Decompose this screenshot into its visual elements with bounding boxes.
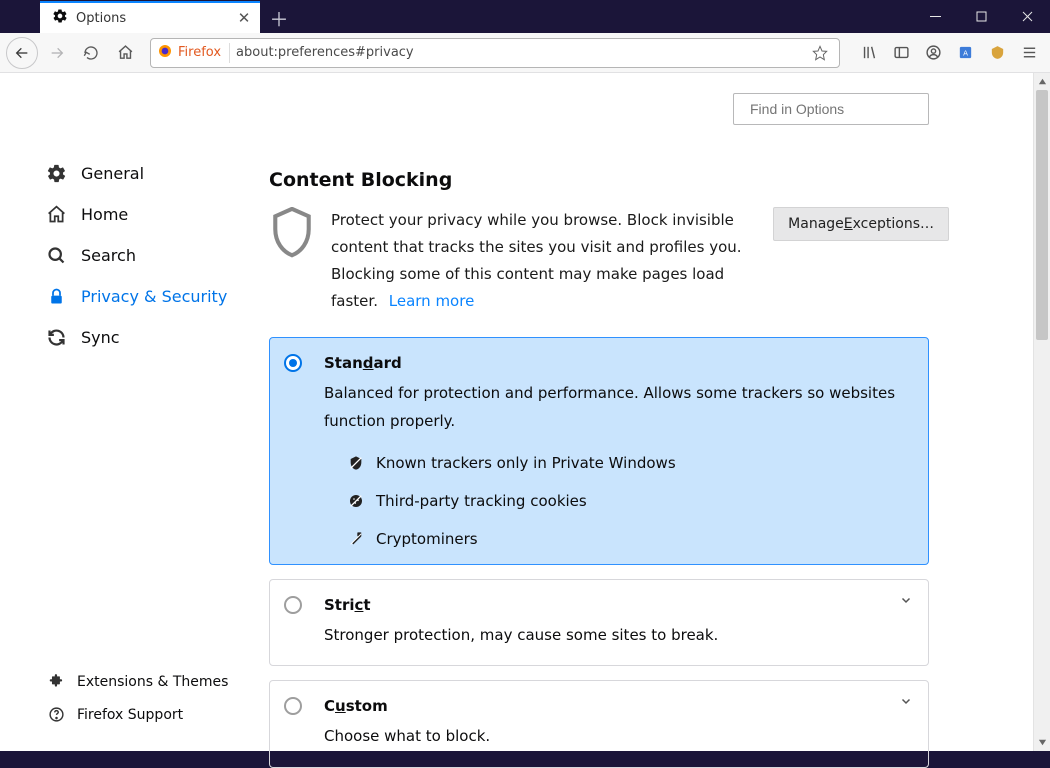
sidebar-item-label: Firefox Support [77,707,183,723]
scroll-up-icon[interactable] [1034,73,1050,90]
svg-text:A: A [963,48,968,57]
option-title: Custom [324,697,910,715]
chevron-down-icon [900,594,912,610]
sub-item-trackers: Known trackers only in Private Windows [348,454,910,472]
toolbar-icons: A [854,38,1044,68]
sidebar-item-label: Extensions & Themes [77,674,228,690]
page: General Home Search Privacy & Security S… [0,73,1050,751]
sidebar-item-label: Privacy & Security [81,287,227,306]
tracker-icon [348,455,364,471]
bookmark-star-icon[interactable] [807,40,833,66]
new-tab-button[interactable]: ＋ [264,3,294,33]
extension-icon-a[interactable]: A [950,38,980,68]
window-maximize-button[interactable] [958,0,1004,33]
search-input[interactable] [748,100,933,118]
sidebar-bottom: Extensions & Themes Firefox Support [0,665,255,731]
gear-icon [46,163,67,184]
search-wrap [733,93,929,125]
home-icon [46,204,67,225]
settings-content: Content Blocking Protect your privacy wh… [255,73,1033,751]
cryptominer-icon [348,531,364,547]
chevron-down-icon [900,695,912,711]
shield-icon [269,207,315,263]
url-text: about:preferences#privacy [236,45,807,60]
option-desc: Stronger protection, may cause some site… [324,622,910,650]
option-desc: Balanced for protection and performance.… [324,380,910,436]
home-button[interactable] [110,38,140,68]
radio-icon[interactable] [284,354,302,372]
identity-label: Firefox [178,45,221,60]
window-controls [912,0,1050,33]
sidebar-toggle-icon[interactable] [886,38,916,68]
window-minimize-button[interactable] [912,0,958,33]
site-identity[interactable]: Firefox [157,43,230,63]
intro-row: Protect your privacy while you browse. B… [269,207,949,315]
manage-exceptions-button[interactable]: Manage Exceptions… [773,207,949,241]
radio-icon[interactable] [284,697,302,715]
nav-toolbar: Firefox about:preferences#privacy A [0,33,1050,73]
back-button[interactable] [6,37,38,69]
option-title: Standard [324,354,910,372]
sidebar-item-label: Home [81,205,128,224]
extension-icon-b[interactable] [982,38,1012,68]
sidebar-item-support[interactable]: Firefox Support [0,698,255,731]
titlebar: Options ✕ ＋ [0,0,1050,33]
section-title: Content Blocking [269,169,949,191]
sub-label: Known trackers only in Private Windows [376,454,676,472]
sidebar-item-label: Sync [81,328,120,347]
learn-more-link[interactable]: Learn more [389,292,475,310]
option-title: Strict [324,596,910,614]
blocking-options: Standard Balanced for protection and per… [269,337,929,768]
sync-icon [46,327,67,348]
option-sublist: Known trackers only in Private Windows T… [348,454,910,548]
sidebar-item-search[interactable]: Search [0,235,255,276]
library-icon[interactable] [854,38,884,68]
sidebar-item-extensions[interactable]: Extensions & Themes [0,665,255,698]
sidebar-item-privacy-security[interactable]: Privacy & Security [0,276,255,317]
sub-label: Third-party tracking cookies [376,492,587,510]
tab-title: Options [76,11,228,26]
sub-label: Cryptominers [376,530,478,548]
sidebar-item-label: Search [81,246,136,265]
help-icon [48,706,65,723]
scroll-thumb[interactable] [1036,90,1048,340]
reload-button[interactable] [76,38,106,68]
blocking-option-custom[interactable]: Custom Choose what to block. [269,680,929,768]
sidebar-item-sync[interactable]: Sync [0,317,255,358]
search-icon [46,245,67,266]
browser-tab[interactable]: Options ✕ [40,1,260,33]
intro-text: Protect your privacy while you browse. B… [331,207,755,315]
sidebar-item-general[interactable]: General [0,153,255,194]
search-box[interactable] [733,93,929,125]
blocking-option-strict[interactable]: Strict Stronger protection, may cause so… [269,579,929,667]
scrollbar[interactable] [1033,73,1050,751]
gear-icon [52,8,68,28]
sub-item-cryptominers: Cryptominers [348,530,910,548]
url-actions [807,40,833,66]
firefox-icon [157,43,173,63]
app-menu-button[interactable] [1014,38,1044,68]
radio-icon[interactable] [284,596,302,614]
sidebar-item-label: General [81,164,144,183]
url-bar[interactable]: Firefox about:preferences#privacy [150,38,840,68]
settings-sidebar: General Home Search Privacy & Security S… [0,73,255,751]
lock-icon [46,286,67,307]
window-close-button[interactable] [1004,0,1050,33]
option-desc: Choose what to block. [324,723,910,751]
close-icon[interactable]: ✕ [236,10,252,26]
forward-button[interactable] [42,38,72,68]
sidebar-item-home[interactable]: Home [0,194,255,235]
cookie-icon [348,493,364,509]
puzzle-icon [48,673,65,690]
sub-item-cookies: Third-party tracking cookies [348,492,910,510]
account-icon[interactable] [918,38,948,68]
scroll-down-icon[interactable] [1034,734,1050,751]
blocking-option-standard[interactable]: Standard Balanced for protection and per… [269,337,929,565]
